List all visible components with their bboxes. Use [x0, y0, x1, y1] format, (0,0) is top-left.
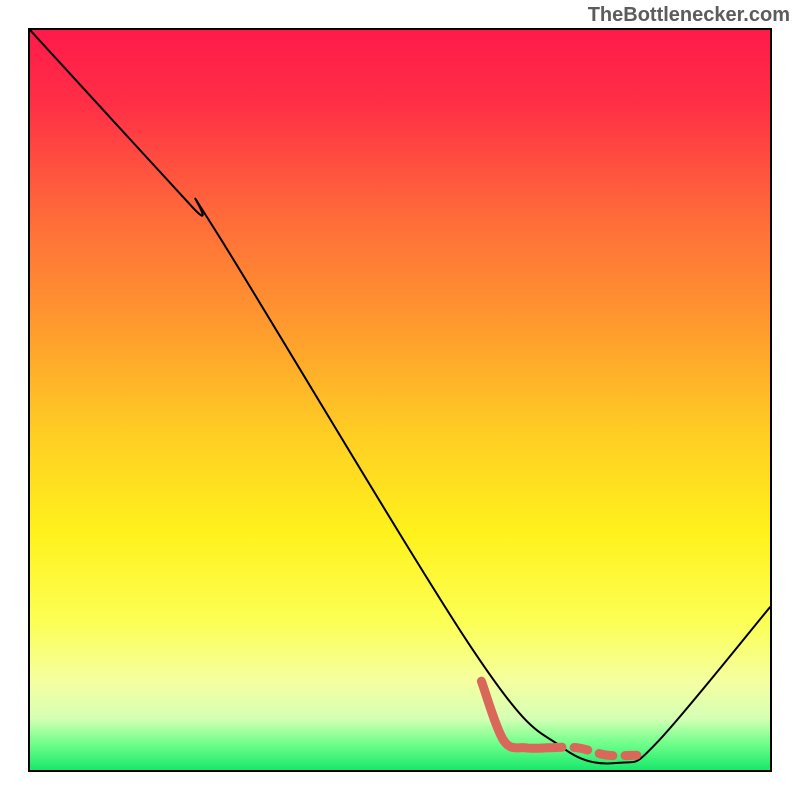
- attribution-text: TheBottlenecker.com: [588, 4, 790, 27]
- chart-svg: [30, 30, 770, 770]
- gradient-background: [30, 30, 770, 770]
- chart-plot-area: [30, 30, 770, 770]
- chart-frame: [28, 28, 772, 772]
